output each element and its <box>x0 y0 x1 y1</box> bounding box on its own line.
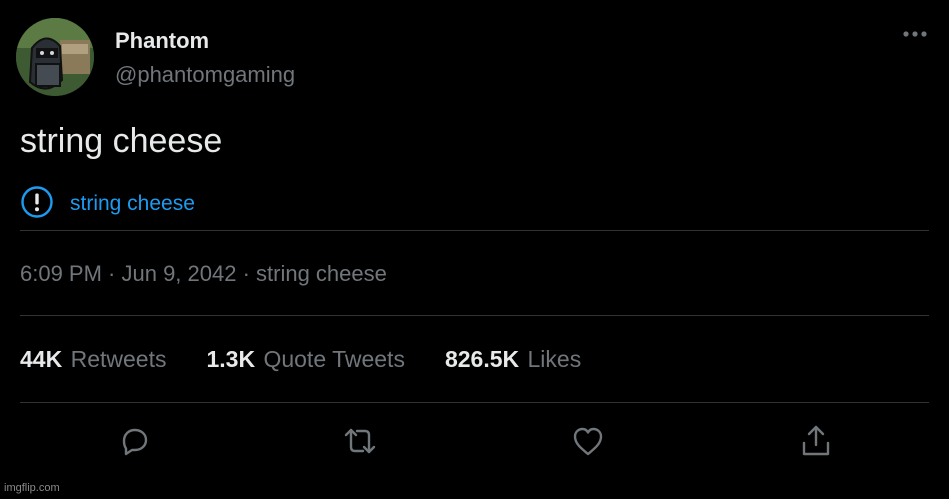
retweets-count: 44K <box>20 346 63 372</box>
more-options-icon[interactable] <box>902 22 928 42</box>
exclamation-circle-icon <box>20 185 54 224</box>
cartoon-character-avatar <box>16 18 94 96</box>
quote-tweets-count: 1.3K <box>206 346 256 372</box>
like-icon[interactable] <box>570 423 606 459</box>
watermark: imgflip.com <box>4 482 60 494</box>
author-handle[interactable]: @phantomgaming <box>115 62 295 88</box>
author-name[interactable]: Phantom <box>115 28 209 54</box>
quote-tweets-stat[interactable]: 1.3K Quote Tweets <box>206 346 404 373</box>
quote-tweets-label: Quote Tweets <box>263 346 405 372</box>
divider <box>20 315 929 316</box>
notice-text[interactable]: string cheese <box>70 192 195 216</box>
retweets-stat[interactable]: 44K Retweets <box>20 346 166 373</box>
divider <box>20 230 929 231</box>
reply-icon[interactable] <box>116 423 152 459</box>
retweet-icon[interactable] <box>342 423 378 459</box>
avatar[interactable] <box>16 18 94 96</box>
tweet-notice[interactable]: string cheese <box>20 185 195 224</box>
divider <box>20 402 929 403</box>
tweet-timestamp[interactable]: 6:09 PM · Jun 9, 2042 · string cheese <box>20 261 387 287</box>
share-icon[interactable] <box>798 423 834 459</box>
likes-label: Likes <box>527 346 582 372</box>
tweet-text: string cheese <box>20 122 223 160</box>
tweet-stats: 44K Retweets 1.3K Quote Tweets 826.5K Li… <box>20 346 621 373</box>
retweets-label: Retweets <box>70 346 167 372</box>
likes-count: 826.5K <box>444 346 520 372</box>
likes-stat[interactable]: 826.5K Likes <box>445 346 581 373</box>
